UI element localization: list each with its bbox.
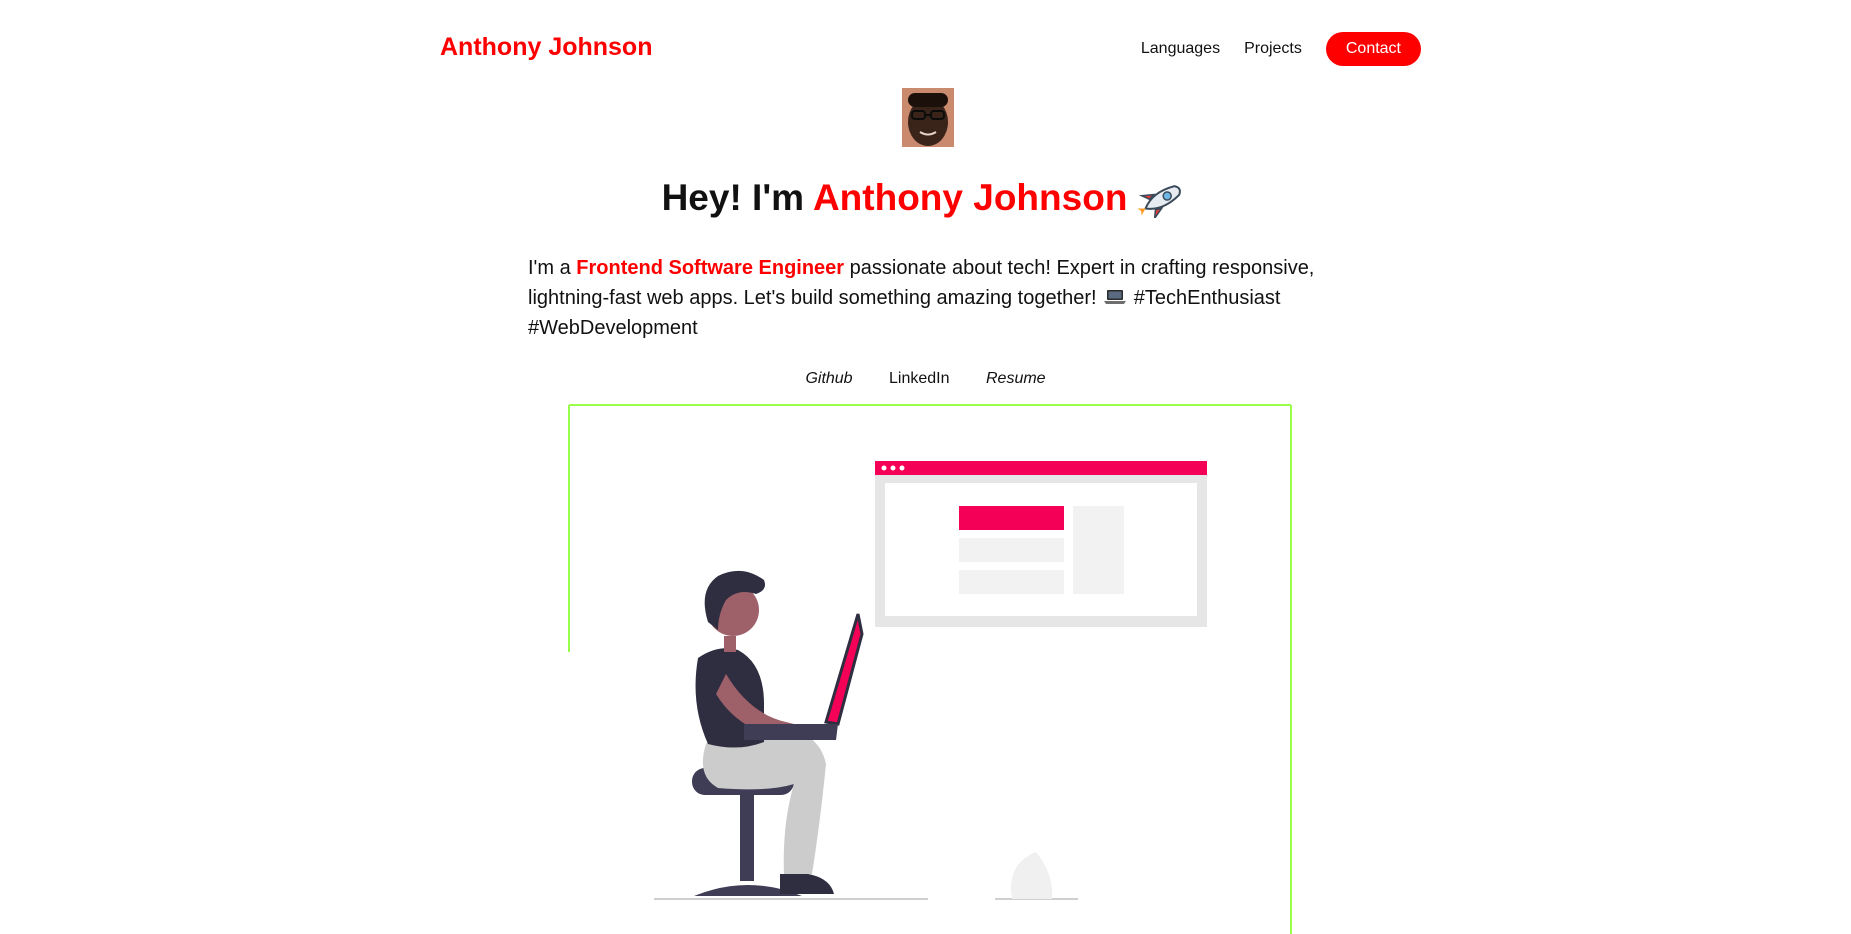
github-link[interactable]: Github [805,370,852,387]
contact-button[interactable]: Contact [1325,32,1421,66]
page: Anthony Johnson Languages Projects Conta… [0,0,1851,934]
linkedin-link[interactable]: LinkedIn [889,370,950,387]
hero-title-prefix: Hey! I'm [661,177,813,218]
hero-title-name: Anthony Johnson [812,177,1128,218]
social-links: Github LinkedIn Resume [0,370,1851,388]
plant-shape [1011,852,1053,899]
avatar-photo [902,88,954,147]
laptop-icon [1104,290,1127,304]
rocket-icon [1137,185,1182,218]
intro-role: Frontend Software Engineer [576,257,845,279]
developer-illustration [568,404,1292,934]
hero-title: Hey! I'm Anthony Johnson [0,177,1851,219]
main-nav: Languages Projects Contact [1117,32,1421,66]
intro-paragraph: I'm a Frontend Software Engineer passion… [528,253,1328,343]
nav-link-projects[interactable]: Projects [1244,40,1302,58]
avatar [902,88,954,147]
resume-link[interactable]: Resume [986,370,1046,387]
intro-text-1: I'm a [528,257,577,279]
person-graphic [695,570,864,894]
brand-logo-link[interactable]: Anthony Johnson [440,33,652,62]
nav-link-languages[interactable]: Languages [1141,40,1220,58]
browser-window-graphic [875,461,1207,627]
